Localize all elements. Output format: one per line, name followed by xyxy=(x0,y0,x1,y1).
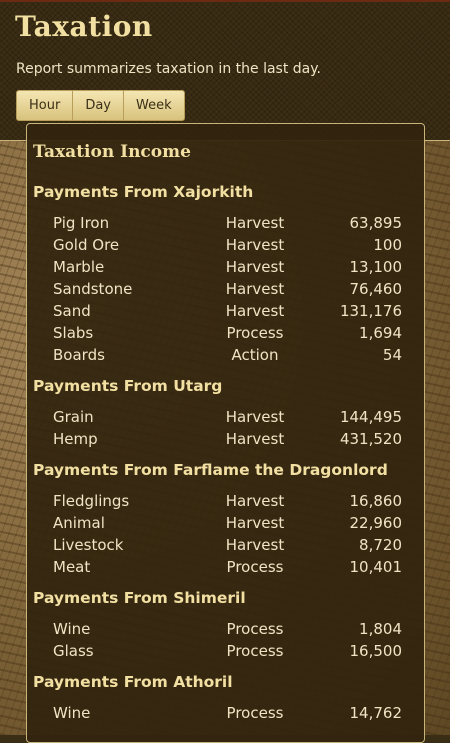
payment-amount: 16,860 xyxy=(349,492,403,510)
page-title: Taxation xyxy=(15,10,153,43)
payment-type: Process xyxy=(226,620,284,638)
table-row: Animal Harvest 22,960 xyxy=(27,514,426,536)
resource-name: Slabs xyxy=(53,324,94,342)
payment-type: Harvest xyxy=(225,214,285,232)
resource-name: Animal xyxy=(53,514,105,532)
payment-type: Harvest xyxy=(225,430,285,448)
group-title: Payments From Shimeril xyxy=(33,589,246,607)
table-row: Boards Action 54 xyxy=(27,346,426,368)
resource-name: Livestock xyxy=(53,536,124,554)
payment-type: Harvest xyxy=(225,408,285,426)
payment-amount: 10,401 xyxy=(349,558,403,576)
payment-amount: 16,500 xyxy=(349,642,403,660)
payment-amount: 131,176 xyxy=(339,302,402,320)
taxation-income-panel: Taxation Income Payments From Xajorkith P… xyxy=(26,123,425,743)
table-row: Grain Harvest 144,495 xyxy=(27,408,426,430)
resource-name: Sandstone xyxy=(53,280,133,298)
payment-type: Harvest xyxy=(225,514,285,532)
payment-type: Harvest xyxy=(225,536,285,554)
week-button[interactable]: Week xyxy=(124,91,184,120)
resource-name: Hemp xyxy=(53,430,98,448)
day-button[interactable]: Day xyxy=(73,91,124,120)
table-row: Marble Harvest 13,100 xyxy=(27,258,426,280)
resource-name: Wine xyxy=(53,704,91,722)
payment-amount: 76,460 xyxy=(349,280,403,298)
payment-type: Process xyxy=(226,558,284,576)
resource-name: Pig Iron xyxy=(53,214,110,232)
table-row: Glass Process 16,500 xyxy=(27,642,426,664)
group-title: Payments From Utarg xyxy=(33,377,223,395)
payment-amount: 431,520 xyxy=(339,430,402,448)
group-title: Payments From Farflame the Dragonlord xyxy=(33,461,388,479)
payment-type: Harvest xyxy=(225,258,285,276)
resource-name: Fledglings xyxy=(53,492,130,510)
resource-name: Gold Ore xyxy=(53,236,120,254)
table-row: Fledglings Harvest 16,860 xyxy=(27,492,426,514)
table-row: Pig Iron Harvest 63,895 xyxy=(27,214,426,236)
group-title: Payments From Athoril xyxy=(33,673,233,691)
table-row: Sand Harvest 131,176 xyxy=(27,302,426,324)
payment-amount: 54 xyxy=(382,346,402,364)
page-subtitle: Report summarizes taxation in the last d… xyxy=(16,61,321,77)
panel-title: Taxation Income xyxy=(33,142,191,162)
table-row: Slabs Process 1,694 xyxy=(27,324,426,346)
payment-type: Harvest xyxy=(225,236,285,254)
payment-type: Harvest xyxy=(225,302,285,320)
table-row: Livestock Harvest 8,720 xyxy=(27,536,426,558)
payment-type: Process xyxy=(226,704,284,722)
page-header: Taxation Report summarizes taxation in t… xyxy=(0,0,450,142)
payment-amount: 1,694 xyxy=(359,324,402,342)
table-row: Sandstone Harvest 76,460 xyxy=(27,280,426,302)
payment-amount: 8,720 xyxy=(359,536,402,554)
hour-button[interactable]: Hour xyxy=(17,91,74,120)
resource-name: Glass xyxy=(53,642,94,660)
table-row: Hemp Harvest 431,520 xyxy=(27,430,426,452)
resource-name: Grain xyxy=(53,408,94,426)
payment-amount: 13,100 xyxy=(349,258,403,276)
group-title: Payments From Xajorkith xyxy=(33,183,254,201)
payment-amount: 14,762 xyxy=(349,704,403,722)
resource-name: Boards xyxy=(53,346,105,364)
table-row: Gold Ore Harvest 100 xyxy=(27,236,426,258)
table-row: Wine Process 1,804 xyxy=(27,620,426,642)
payment-amount: 100 xyxy=(373,236,402,254)
payment-type: Harvest xyxy=(225,492,285,510)
resource-name: Meat xyxy=(53,558,91,576)
period-selector: Hour Day Week xyxy=(16,90,185,121)
resource-name: Wine xyxy=(53,620,91,638)
resource-name: Sand xyxy=(53,302,91,320)
payment-type: Action xyxy=(231,346,279,364)
payment-type: Process xyxy=(226,324,284,342)
payment-type: Harvest xyxy=(225,280,285,298)
table-row: Wine Process 14,762 xyxy=(27,704,426,726)
table-row: Meat Process 10,401 xyxy=(27,558,426,580)
payment-amount: 1,804 xyxy=(359,620,402,638)
payment-amount: 144,495 xyxy=(339,408,402,426)
resource-name: Marble xyxy=(53,258,105,276)
payment-amount: 22,960 xyxy=(349,514,403,532)
payment-type: Process xyxy=(226,642,284,660)
payment-amount: 63,895 xyxy=(349,214,403,232)
